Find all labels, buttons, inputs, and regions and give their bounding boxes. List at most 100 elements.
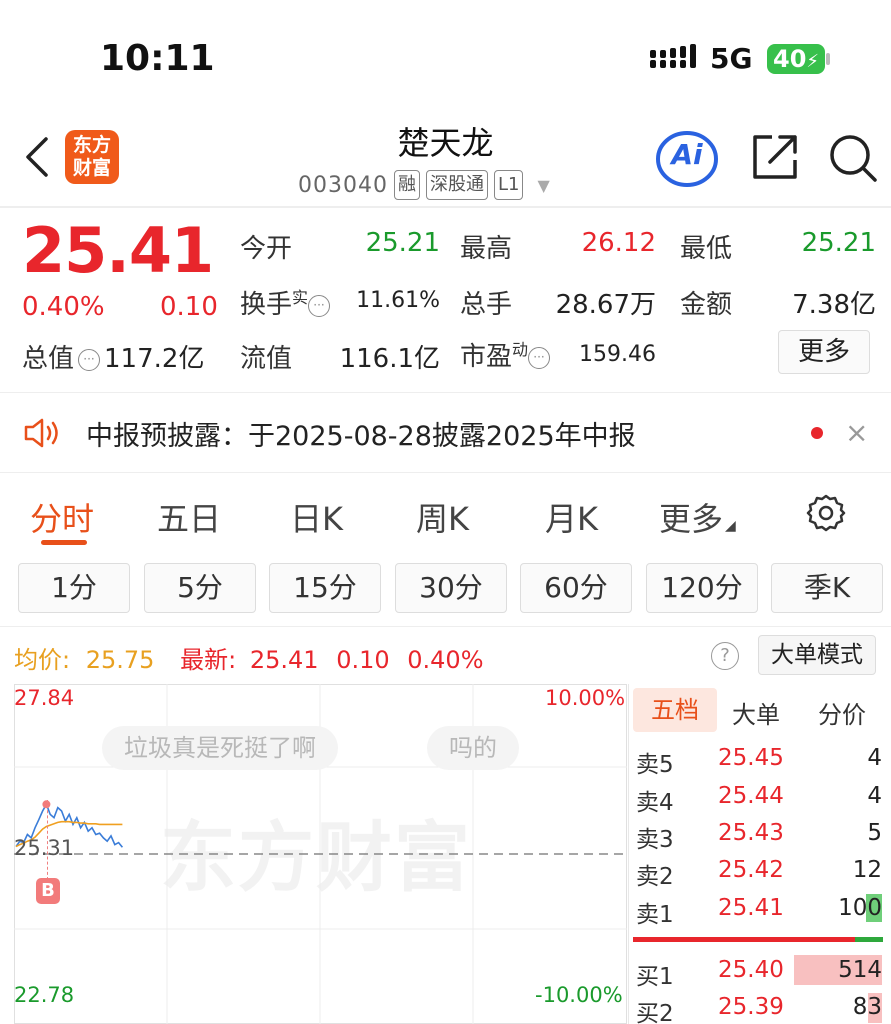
unread-dot	[811, 427, 823, 439]
amount-label: 金额	[680, 290, 733, 320]
sell2-label: 卖2	[636, 864, 674, 890]
sell3-label: 卖3	[636, 827, 674, 853]
low-label: 最低	[680, 234, 733, 264]
mktcap-label-row[interactable]: 总值 ··· 117.2亿	[22, 338, 204, 375]
more-info-icon[interactable]: ···	[528, 346, 551, 369]
buy-sell-ratio-sell	[855, 937, 883, 942]
amount-value: 7.38亿	[792, 290, 876, 320]
ai-assistant-icon[interactable]: Ai	[655, 130, 719, 188]
share-icon[interactable]	[750, 132, 800, 182]
pe-value: 159.46	[579, 342, 656, 367]
buy1-label: 买1	[636, 964, 674, 990]
period-5min[interactable]: 5分	[144, 563, 256, 613]
y-axis-bottom: 22.78	[14, 983, 75, 1007]
latest-price: 25.41	[249, 646, 319, 674]
stock-code: 003040	[298, 172, 388, 198]
network-type: 5G	[710, 42, 753, 75]
change-percent: 0.40%	[22, 292, 105, 322]
period-120min[interactable]: 120分	[646, 563, 758, 613]
mktcap-label: 总值	[22, 344, 75, 374]
pe-sup: 动	[512, 340, 529, 359]
pct-axis-top: 10.00%	[545, 686, 626, 710]
divider	[0, 626, 891, 627]
buy-marker[interactable]: B	[36, 878, 60, 904]
period-1min[interactable]: 1分	[18, 563, 130, 613]
volume-value: 28.67万	[555, 290, 656, 320]
sell4-volume: 4	[867, 783, 882, 809]
search-icon[interactable]	[827, 132, 879, 184]
ai-label: Ai	[671, 138, 703, 171]
latest-change: 0.10	[336, 646, 390, 674]
buy2-label: 买2	[636, 1001, 674, 1024]
active-tab-indicator	[41, 540, 87, 545]
divider	[0, 472, 891, 473]
sell3-volume: 5	[867, 820, 882, 846]
tab-weekly-k[interactable]: 周K	[416, 494, 469, 540]
tab-daily-k[interactable]: 日K	[290, 494, 343, 540]
tab-price-distribution[interactable]: 分价	[818, 695, 866, 730]
chevron-down-icon[interactable]: ▼	[537, 176, 549, 195]
period-15min[interactable]: 15分	[269, 563, 381, 613]
tab-intraday[interactable]: 分时	[30, 494, 94, 540]
battery-level: 40	[773, 45, 807, 73]
sell2-price: 25.42	[718, 857, 784, 883]
latest-label: 最新:	[180, 646, 237, 674]
pct-axis-bottom: -10.00%	[535, 983, 623, 1007]
sell5-volume: 4	[867, 745, 882, 771]
notice-text[interactable]: 中报预披露：于2025-08-28披露2025年中报	[86, 414, 636, 453]
period-30min[interactable]: 30分	[395, 563, 507, 613]
turnover-sup: 实	[292, 288, 309, 307]
danmu-comment[interactable]: 吗的	[427, 726, 519, 770]
close-icon[interactable]: ×	[845, 416, 869, 449]
float-label: 流值	[240, 344, 293, 374]
battery-icon: 40⚡	[767, 44, 825, 74]
low-value: 25.21	[801, 228, 876, 258]
sell4-price: 25.44	[718, 783, 784, 809]
speaker-icon	[24, 418, 58, 448]
tag-margin: 融	[393, 170, 420, 200]
more-info-icon[interactable]: ···	[78, 348, 101, 371]
divider	[0, 206, 891, 208]
pe-label-row[interactable]: 市盈动 ···	[460, 336, 551, 373]
float-value: 116.1亿	[339, 344, 440, 374]
divider	[0, 392, 891, 393]
tag-connect: 深股通	[425, 170, 488, 200]
pe-label: 市盈	[460, 342, 513, 372]
gear-icon[interactable]	[806, 493, 846, 533]
tab-more-label: 更多	[659, 500, 724, 538]
avg-value: 25.75	[85, 646, 155, 674]
high-label: 最高	[460, 234, 513, 264]
turnover-value: 11.61%	[356, 288, 440, 313]
avg-label: 均价:	[14, 646, 71, 674]
buy1-volume: 514	[838, 957, 882, 983]
mktcap-value: 117.2亿	[104, 344, 205, 374]
turnover-label-row[interactable]: 换手实 ···	[240, 284, 331, 321]
sell2-volume: 12	[852, 857, 882, 883]
sell1-volume: 100	[838, 895, 882, 921]
period-quarter-k[interactable]: 季K	[771, 563, 883, 613]
sell4-label: 卖4	[636, 790, 674, 816]
high-value: 26.12	[581, 228, 656, 258]
signal-icon	[650, 44, 696, 68]
buy1-price: 25.40	[718, 957, 784, 983]
stock-code-row[interactable]: 003040 融 深股通 L1 ▼	[298, 170, 550, 200]
more-info-icon[interactable]: ···	[308, 294, 331, 317]
buy-marker-line	[47, 800, 48, 880]
tab-five-level[interactable]: 五档	[633, 688, 717, 732]
help-icon[interactable]: ?	[711, 642, 739, 670]
turnover-label: 换手	[240, 290, 293, 320]
more-button[interactable]: 更多	[778, 330, 870, 374]
buy2-price: 25.39	[718, 994, 784, 1020]
tab-big-orders[interactable]: 大单	[732, 695, 780, 730]
tab-five-day[interactable]: 五日	[157, 494, 221, 540]
current-price: 25.41	[22, 214, 214, 287]
prev-close-label: 25.31	[14, 836, 75, 860]
open-label: 今开	[240, 234, 293, 264]
sell5-label: 卖5	[636, 752, 674, 778]
chart-header: 均价: 25.75 最新: 25.41 0.10 0.40%	[14, 640, 484, 675]
tab-monthly-k[interactable]: 月K	[545, 494, 598, 540]
danmu-comment[interactable]: 垃圾真是死挺了啊	[102, 726, 338, 770]
period-60min[interactable]: 60分	[520, 563, 632, 613]
tab-more[interactable]: 更多 ◢	[659, 494, 736, 540]
big-order-mode-button[interactable]: 大单模式	[758, 635, 876, 675]
